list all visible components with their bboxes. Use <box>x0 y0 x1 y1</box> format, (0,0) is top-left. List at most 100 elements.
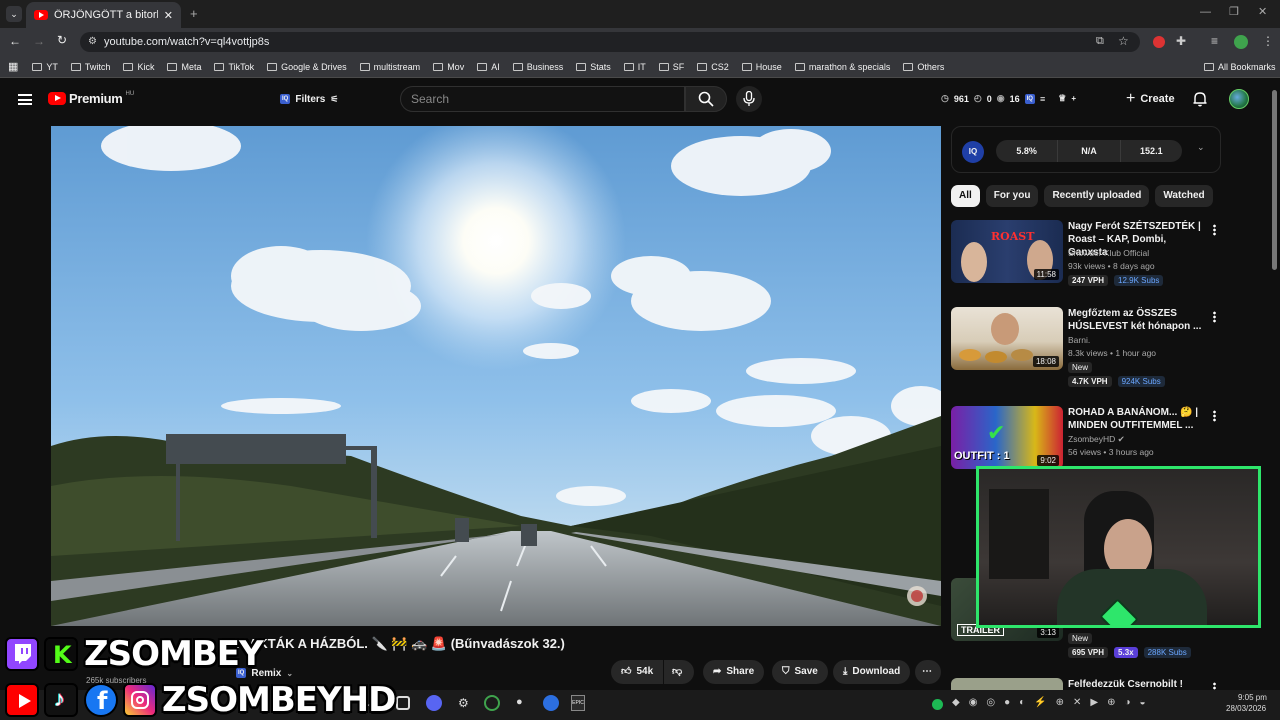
chip-for-you[interactable]: For you <box>985 185 1039 207</box>
share-button[interactable]: ➦ Share <box>703 660 765 684</box>
youtube-logo[interactable]: Premium HU <box>48 91 134 106</box>
video-title[interactable]: Megfőztem az ÖSSZES HÚSLEVEST két hónapo… <box>1068 307 1203 333</box>
taskbar-app-icon[interactable]: ● <box>516 696 523 708</box>
video-player[interactable] <box>51 126 941 626</box>
create-button[interactable]: + Create <box>1120 86 1181 112</box>
video-thumbnail[interactable]: OUTFIT : 1 ✔ 9:02 <box>951 406 1063 469</box>
video-thumbnail[interactable]: 18:08 <box>951 307 1063 370</box>
recommended-video-2[interactable]: 18:08 Megfőztem az ÖSSZES HÚSLEVEST két … <box>951 307 1221 397</box>
all-bookmarks-button[interactable]: All Bookmarks <box>1204 62 1276 72</box>
voice-search-button[interactable] <box>736 86 762 112</box>
taskbar-app-icon[interactable] <box>543 695 559 711</box>
bookmark-house[interactable]: House <box>741 62 782 72</box>
video-title[interactable]: ROHAD A BANÁNOM... 🤔 | MINDEN OUTFITEMME… <box>1068 406 1203 432</box>
more-options-icon[interactable] <box>1213 410 1216 422</box>
chip-watched[interactable]: Watched <box>1155 185 1213 207</box>
like-button[interactable]: 👍︎ 54k <box>611 660 663 684</box>
forward-arrow-icon[interactable]: → <box>33 34 45 48</box>
bookmark-cs2[interactable]: CS2 <box>697 62 729 72</box>
bookmark-it[interactable]: IT <box>623 62 646 72</box>
vph-badge: 695 VPH <box>1068 647 1109 658</box>
page-scrollbar[interactable] <box>1272 90 1277 270</box>
window-close-button[interactable]: ✕ <box>1258 5 1267 18</box>
reload-icon[interactable]: ↻ <box>57 33 67 47</box>
bookmark-twitch[interactable]: Twitch <box>70 62 110 72</box>
extensions-puzzle-icon[interactable]: ✚ <box>1176 34 1186 48</box>
bookmark-multistream[interactable]: multistream <box>359 62 420 72</box>
video-duration: 3:13 <box>1037 627 1059 638</box>
discord-taskbar-icon[interactable] <box>426 695 442 711</box>
site-info-icon[interactable]: ⚙ <box>88 36 97 47</box>
save-button[interactable]: ⛉ Save <box>772 660 828 684</box>
bookmark-others[interactable]: Others <box>903 62 944 72</box>
queue-icon[interactable]: ≡ <box>1040 94 1045 104</box>
tab-search-button[interactable]: ⌄ <box>6 6 22 22</box>
more-options-icon[interactable] <box>1213 682 1216 690</box>
extension-record-icon[interactable] <box>1153 36 1165 48</box>
window-minimize-button[interactable]: — <box>1200 6 1211 18</box>
video-meta: 8.3k views • 1 hour ago <box>1068 348 1157 358</box>
spotify-tray-icon[interactable] <box>932 699 943 710</box>
media-controls-icon[interactable]: ≡ <box>1211 34 1218 48</box>
browser-menu-icon[interactable]: ⋮ <box>1262 34 1274 48</box>
video-title[interactable]: Felfedezzük Csernobilt ! <box>1068 678 1203 690</box>
video-stats: 247 VPH 12.9K Subs <box>1068 275 1164 286</box>
download-button[interactable]: ⤓ Download <box>833 660 911 684</box>
account-avatar[interactable] <box>1229 89 1249 109</box>
channel-name[interactable]: Showder Klub Official <box>1068 248 1149 258</box>
taskbar-app-icon[interactable] <box>396 696 410 710</box>
recommended-video-5[interactable]: Felfedezzük Csernobilt ! <box>951 678 1221 690</box>
video-thumbnail[interactable]: ROAST 11:58 <box>951 220 1063 283</box>
taskbar-app-icon[interactable] <box>484 695 500 711</box>
youtube-icon <box>5 683 39 717</box>
window-restore-button[interactable]: ❐ <box>1229 5 1239 18</box>
bookmark-google-drives[interactable]: Google & Drives <box>267 62 347 72</box>
bookmark-meta[interactable]: Meta <box>167 62 201 72</box>
browser-tab-active[interactable]: ŐRJÖNGÖTT a bitorló, miután ki ✕ <box>26 2 181 28</box>
bookmark-marathon[interactable]: marathon & specials <box>794 62 890 72</box>
dislike-button[interactable]: 👎︎ <box>664 660 694 684</box>
bookmark-kick[interactable]: Kick <box>123 62 154 72</box>
more-options-icon[interactable] <box>1213 224 1216 236</box>
chip-all[interactable]: All <box>951 185 980 207</box>
channel-name[interactable]: Barni. <box>1068 335 1090 345</box>
bookmark-business[interactable]: Business <box>512 62 563 72</box>
folder-icon <box>576 62 587 71</box>
iq-badge-icon: IQ <box>280 94 291 104</box>
bookmark-star-icon[interactable]: ☆ <box>1118 34 1129 48</box>
apps-grid-icon[interactable]: ▦ <box>8 60 18 73</box>
hamburger-menu-icon[interactable] <box>18 94 32 105</box>
bookmark-tiktok[interactable]: TikTok <box>214 62 254 72</box>
video-thumbnail[interactable] <box>951 678 1063 690</box>
steam-taskbar-icon[interactable]: ⚙ <box>458 696 469 710</box>
folder-icon <box>512 62 523 71</box>
ratio-badge: 5.3x <box>1114 647 1138 658</box>
subs-badge: 288K Subs <box>1143 647 1191 658</box>
new-tab-button[interactable]: + <box>190 6 198 21</box>
install-app-icon[interactable]: ⧉ <box>1096 35 1104 48</box>
address-bar[interactable]: youtube.com/watch?v=ql4vottjp8s <box>80 32 1140 52</box>
more-options-icon[interactable] <box>1213 311 1216 323</box>
bookmark-ai[interactable]: AI <box>477 62 500 72</box>
iq-extension-icon[interactable]: IQ <box>1024 93 1035 104</box>
filters-button[interactable]: IQ Filters ⚟ <box>280 89 338 109</box>
bookmark-mov[interactable]: Mov <box>433 62 464 72</box>
recommended-video-1[interactable]: ROAST 11:58 Nagy Ferót SZÉTSZEDTÉK | Roa… <box>951 220 1221 310</box>
notifications-bell-icon[interactable] <box>1192 91 1208 107</box>
bookmark-yt[interactable]: YT <box>32 62 58 72</box>
profile-avatar-icon[interactable] <box>1234 35 1248 49</box>
trophy-icon[interactable]: ♕ <box>1058 93 1066 104</box>
bookmark-sf[interactable]: SF <box>658 62 684 72</box>
chip-recently-uploaded[interactable]: Recently uploaded <box>1044 185 1150 207</box>
back-arrow-icon[interactable]: ← <box>9 34 21 48</box>
more-actions-button[interactable]: ⋯ <box>915 660 941 684</box>
channel-name[interactable]: ZsombeyHD ✔ <box>1068 434 1125 445</box>
epic-games-icon[interactable]: EPIC <box>571 695 585 711</box>
bookmark-stats[interactable]: Stats <box>576 62 611 72</box>
search-input[interactable]: Search <box>400 86 685 112</box>
tab-close-icon[interactable]: ✕ <box>164 9 173 22</box>
sparkle-icon[interactable]: + <box>1071 94 1076 103</box>
search-button[interactable] <box>685 86 727 112</box>
chevron-down-icon[interactable]: ⌄ <box>1197 142 1205 153</box>
thumbs-up-icon: 👍︎ <box>621 666 632 677</box>
